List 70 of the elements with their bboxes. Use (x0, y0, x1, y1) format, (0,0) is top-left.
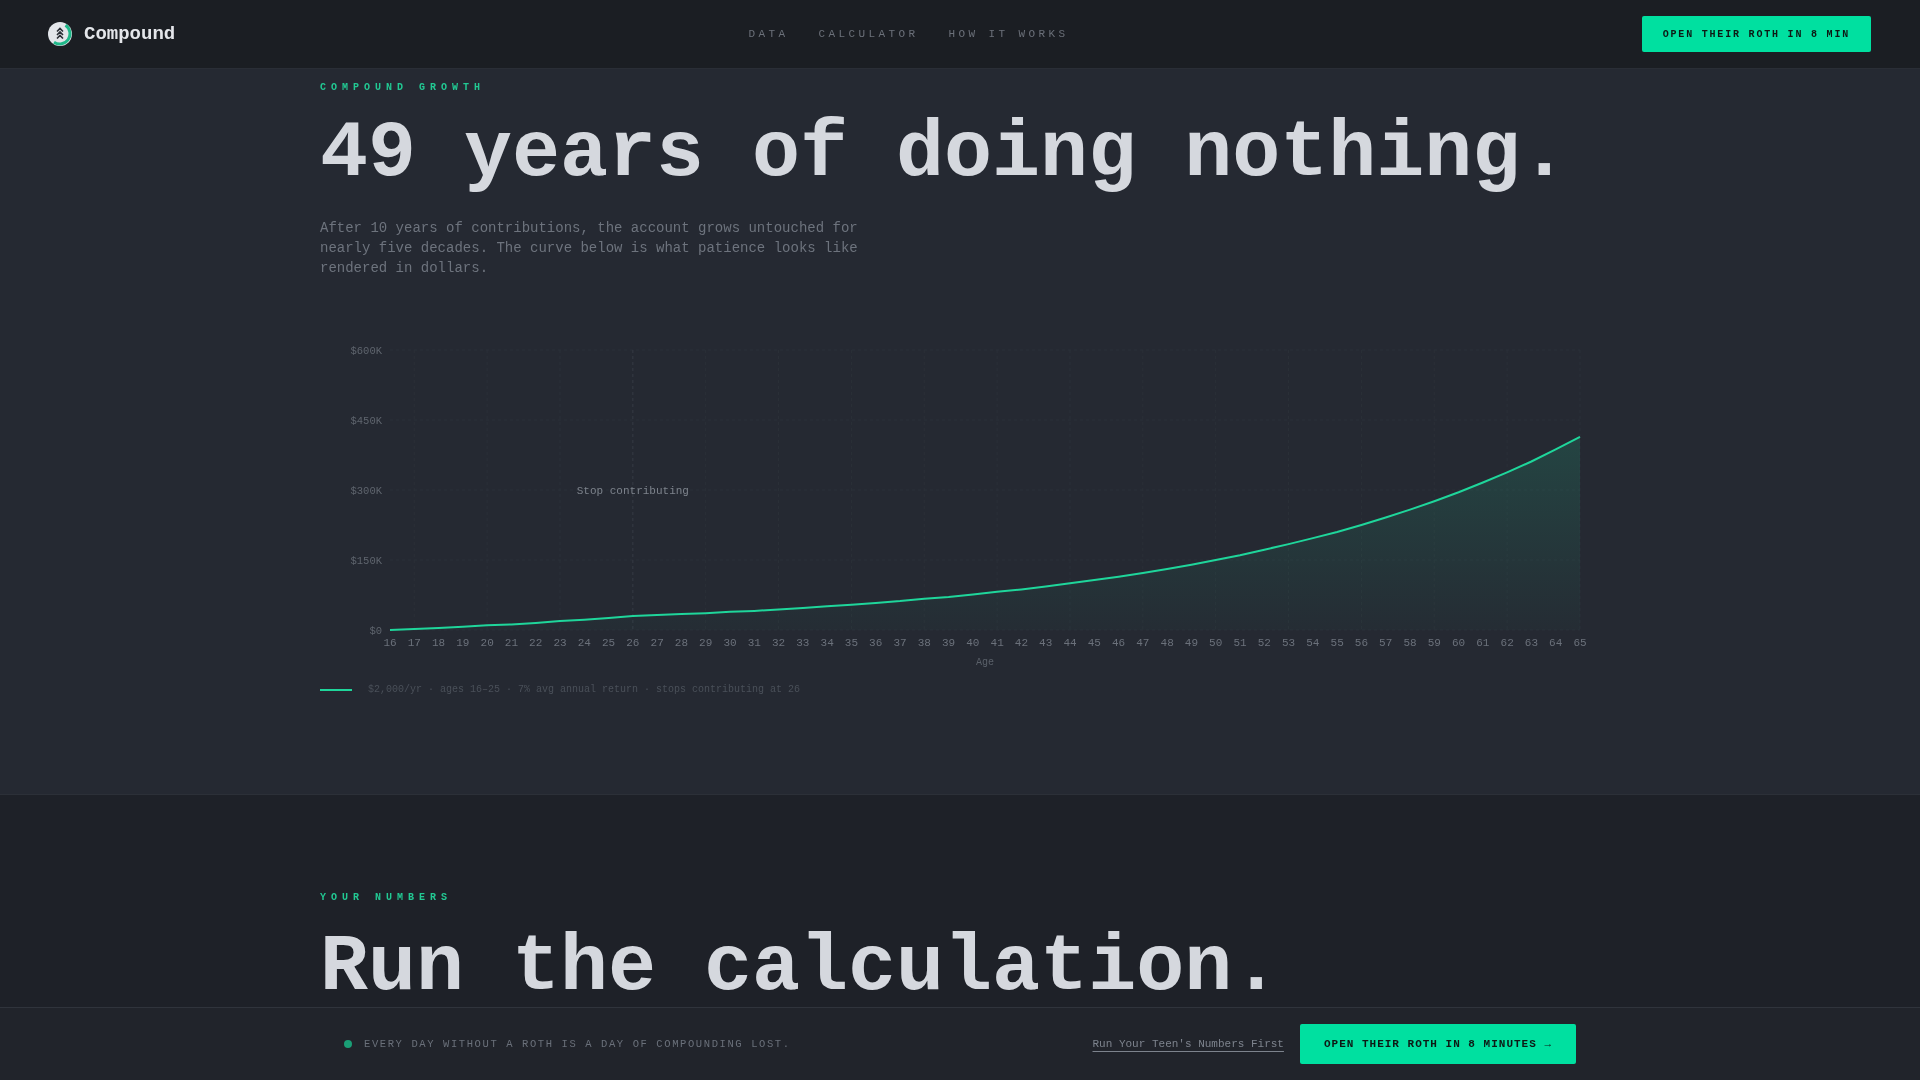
x-axis-label: 59 (1427, 637, 1441, 649)
x-axis-label: 23 (553, 637, 567, 649)
x-axis-label: 33 (796, 637, 810, 649)
x-axis-label: 17 (407, 637, 421, 649)
x-axis-label: 61 (1476, 637, 1490, 649)
y-axis-label: $450K (350, 415, 382, 427)
x-axis-label: 54 (1306, 637, 1320, 649)
nav-link[interactable]: DATA (748, 28, 789, 40)
x-axis-label: 21 (504, 637, 519, 649)
section-eyebrow: YOUR NUMBERS (320, 891, 453, 905)
x-axis-label: 18 (431, 637, 446, 649)
x-axis-label: 39 (941, 637, 956, 649)
section-eyebrow: COMPOUND GROWTH (320, 81, 486, 95)
x-axis-label: 44 (1063, 637, 1077, 649)
x-axis-label: 60 (1451, 637, 1466, 649)
x-axis-label: 32 (771, 637, 786, 649)
x-axis-label: 41 (990, 637, 1004, 649)
x-axis-label: 37 (893, 637, 907, 649)
x-axis-label: 43 (1039, 637, 1053, 649)
x-axis-label: 55 (1330, 637, 1344, 649)
x-axis-label: 53 (1281, 637, 1296, 649)
x-axis-label: 47 (1136, 637, 1150, 649)
section-heading: Run the calculation. (320, 928, 1282, 1008)
x-axis-label: 65 (1573, 637, 1587, 649)
x-axis-label: 52 (1257, 637, 1271, 649)
section-heading: 49 years of doing nothing. (320, 114, 1570, 194)
annotation-label: Stop contributing (576, 485, 689, 497)
x-axis-label: 64 (1549, 637, 1563, 649)
logo-icon[interactable] (48, 22, 72, 46)
open-roth-button[interactable]: OPEN THEIR ROTH IN 8 MIN (1641, 16, 1871, 52)
x-axis-label: 58 (1403, 637, 1417, 649)
section-description: After 10 years of contributions, the account grows untouched for nearly five decades. The curve below is what patience looks like rendered in dollars. (320, 219, 859, 278)
x-axis-label: 29 (699, 637, 713, 649)
x-axis-label: 45 (1087, 637, 1101, 649)
x-axis-label: 57 (1379, 637, 1393, 649)
x-axis-label: 19 (456, 637, 470, 649)
x-axis-label: 31 (747, 637, 761, 649)
x-axis-label: 51 (1233, 637, 1247, 649)
x-axis-label: 48 (1160, 637, 1174, 649)
brand-name[interactable]: Compound (84, 23, 176, 45)
x-axis-label: 27 (650, 637, 664, 649)
x-axis-label: 63 (1524, 637, 1539, 649)
x-axis-label: 16 (383, 637, 397, 649)
x-axis-label: 40 (966, 637, 980, 649)
nav-link[interactable]: HOW IT WORKS (948, 28, 1069, 40)
x-axis-label: 46 (1111, 637, 1126, 649)
x-axis-label: 20 (480, 637, 494, 649)
numbers-link[interactable]: Run Your Teen's Numbers First (1092, 1038, 1284, 1050)
x-axis-label: 62 (1500, 637, 1514, 649)
x-axis-label: 26 (626, 637, 640, 649)
x-axis-label: 49 (1184, 637, 1199, 649)
y-axis-label: $600K (350, 345, 382, 357)
open-roth-button[interactable]: OPEN THEIR ROTH IN 8 MINUTES → (1299, 1024, 1576, 1064)
x-axis-label: 38 (917, 637, 931, 649)
status-dot-icon (344, 1040, 352, 1048)
nav-link[interactable]: CALCULATOR (818, 28, 919, 40)
x-axis-label: 22 (529, 637, 543, 649)
x-axis-label: 50 (1209, 637, 1223, 649)
x-axis-label: 25 (601, 637, 616, 649)
x-axis-label: 56 (1354, 637, 1369, 649)
x-axis-label: 35 (844, 637, 859, 649)
x-axis-label: 36 (869, 637, 883, 649)
x-axis-label: 34 (820, 637, 834, 649)
x-axis-label: 30 (723, 637, 737, 649)
sticky-message: EVERY DAY WITHOUT A ROTH IS A DAY OF COMPOUNDING LOST. (364, 1038, 791, 1050)
x-axis-label: 28 (674, 637, 689, 649)
x-axis-label: 42 (1014, 637, 1029, 649)
y-axis-label: $150K (350, 555, 382, 567)
y-axis-label: $300K (350, 485, 382, 497)
x-axis-label: 24 (577, 637, 591, 649)
